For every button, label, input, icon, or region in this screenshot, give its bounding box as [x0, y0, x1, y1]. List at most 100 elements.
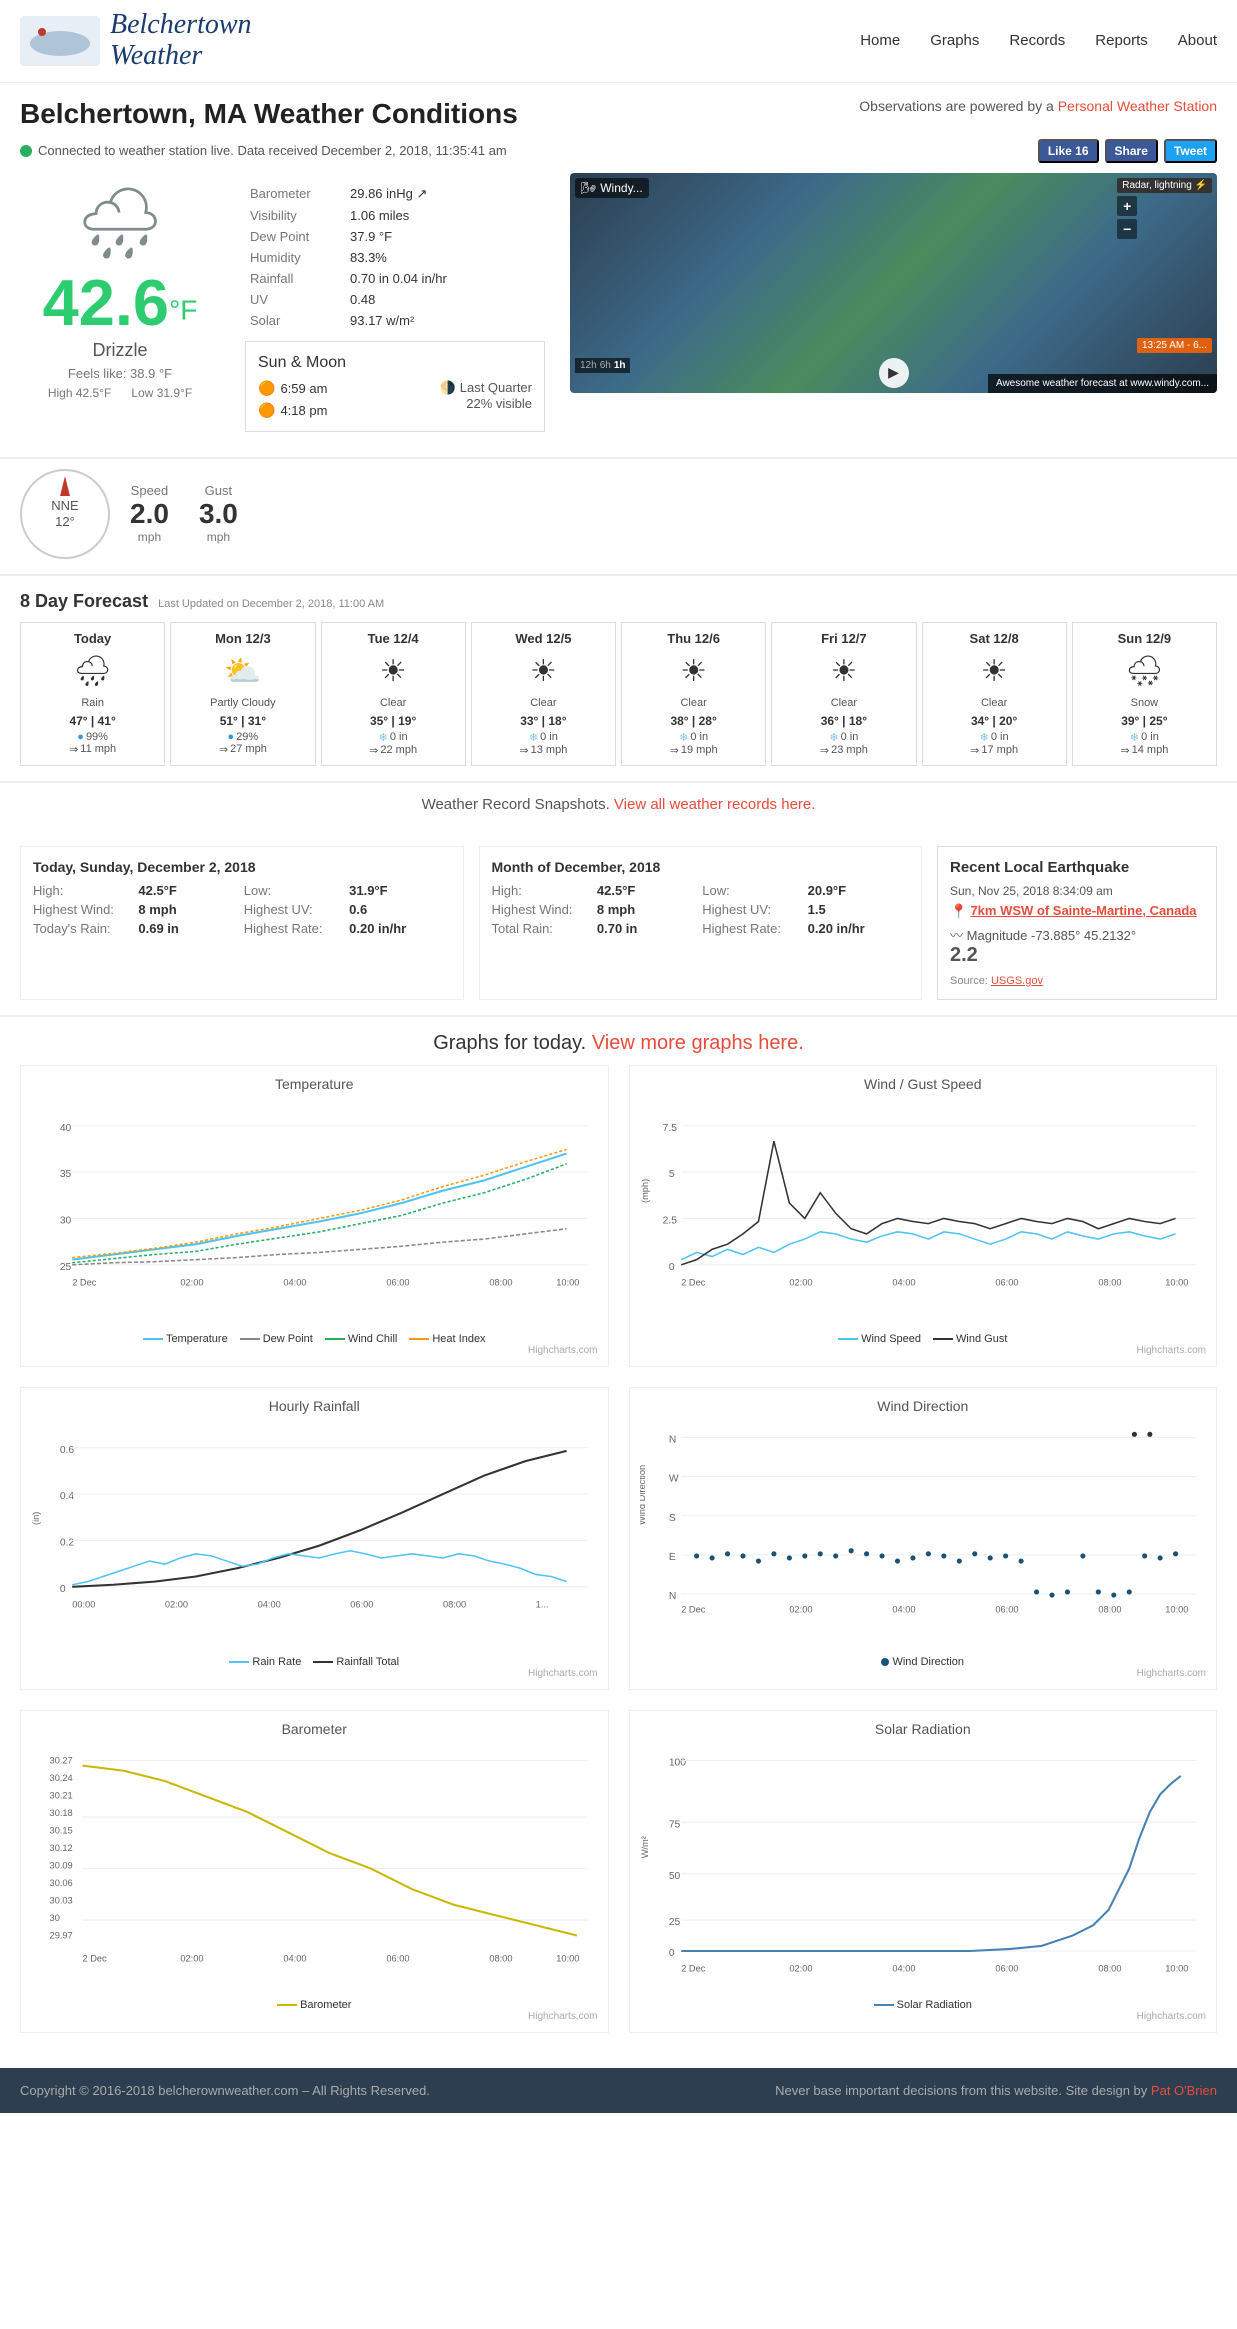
svg-text:75: 75 [668, 1819, 680, 1830]
svg-text:30.03: 30.03 [50, 1895, 73, 1905]
rainfall-value: 0.70 in 0.04 in/hr [345, 268, 545, 289]
moon-phase: 🌗 Last Quarter [440, 380, 532, 396]
svg-text:10:00: 10:00 [1165, 1605, 1188, 1615]
status-bar: Connected to weather station live. Data … [0, 135, 1237, 173]
temperature-chart-area: 40 35 30 25 2 Dec 02:00 04:00 06:00 08:0… [31, 1100, 598, 1330]
svg-text:06:00: 06:00 [995, 1277, 1018, 1287]
nav-reports[interactable]: Reports [1095, 32, 1148, 49]
logo-text: BelchertownWeather [110, 10, 252, 72]
svg-text:10:00: 10:00 [1165, 1963, 1188, 1973]
svg-text:2.5: 2.5 [662, 1215, 677, 1226]
highcharts-credit-solar: Highcharts.com [640, 2011, 1207, 2022]
weather-details: Barometer 29.86 inHg ↗ Visibility 1.06 m… [235, 173, 555, 442]
nav-about[interactable]: About [1178, 32, 1217, 49]
weather-description: Drizzle [92, 340, 147, 361]
svg-text:30.18: 30.18 [50, 1808, 73, 1818]
earthquake-details: 〰 Magnitude -73.885° 45.2132° 2.2 [950, 925, 1204, 967]
svg-text:30.27: 30.27 [50, 1755, 73, 1765]
barometer-legend: Barometer [31, 1999, 598, 2011]
svg-text:(mph): (mph) [640, 1178, 650, 1202]
footer-designer-link[interactable]: Pat O'Brien [1151, 2083, 1217, 2098]
today-records-grid: High: 42.5°F Low: 31.9°F Highest Wind: 8… [33, 883, 451, 936]
svg-text:02:00: 02:00 [180, 1953, 203, 1963]
view-graphs-link[interactable]: View more graphs here. [592, 1032, 804, 1054]
weather-left: 🌧 42.6°F Drizzle Feels like: 38.9 °F Hig… [20, 173, 220, 442]
radar-toggle[interactable]: Radar, lightning ⚡ [1117, 178, 1212, 193]
earthquake-location[interactable]: 7km WSW of Sainte-Martine, Canada [970, 903, 1196, 918]
svg-text:06:00: 06:00 [386, 1277, 409, 1287]
sunrise: 🟠 6:59 am [258, 380, 327, 397]
sunset: 🟠 4:18 pm [258, 402, 327, 419]
uv-value: 0.48 [345, 289, 545, 310]
map-zoom-out[interactable]: − [1117, 219, 1137, 239]
sun-moon-title: Sun & Moon [258, 354, 532, 372]
rainfall-legend-total: Rainfall Total [313, 1656, 399, 1668]
wind-compass: NNE 12° [20, 469, 110, 559]
solar-svg: 100 75 50 25 0 2 Dec 02:00 04:00 06:00 0… [640, 1745, 1207, 1992]
facebook-share-button[interactable]: Share [1105, 139, 1158, 163]
nav-graphs[interactable]: Graphs [930, 32, 979, 49]
view-records-link[interactable]: View all weather records here. [614, 796, 816, 813]
temp-legend-temperature: Temperature [143, 1333, 228, 1345]
solar-chart-title: Solar Radiation [640, 1721, 1207, 1737]
svg-text:35: 35 [60, 1169, 72, 1180]
wind-svg: 7.5 5 2.5 0 2 Dec 02:00 04:00 06:00 08:0… [640, 1100, 1207, 1327]
twitter-tweet-button[interactable]: Tweet [1164, 139, 1217, 163]
svg-text:10:00: 10:00 [1165, 1277, 1188, 1287]
forecast-header-row: 8 Day Forecast Last Updated on December … [20, 591, 1217, 622]
earthquake-location-row: 📍 7km WSW of Sainte-Martine, Canada [950, 903, 1204, 920]
rainfall-chart-title: Hourly Rainfall [31, 1398, 598, 1414]
svg-text:2 Dec: 2 Dec [681, 1605, 706, 1615]
svg-text:1...: 1... [536, 1600, 549, 1610]
svg-text:08:00: 08:00 [1098, 1277, 1121, 1287]
map-time: 13:25 AM - 6... [1137, 338, 1212, 353]
solar-legend-item: Solar Radiation [874, 1999, 972, 2011]
map-badge: Awesome weather forecast at www.windy.co… [988, 374, 1217, 393]
map-zoom-in[interactable]: + [1117, 196, 1137, 216]
map-play-button[interactable]: ▶ [879, 358, 909, 388]
forecast-day-6: Sat 12/8 ☀ Clear 34° | 20° ❄ 0 in ⇒ 17 m… [922, 622, 1067, 766]
solar-chart: Solar Radiation 100 75 50 25 0 2 Dec 02:… [629, 1710, 1218, 2033]
month-records-date: Month of December, 2018 [492, 859, 910, 875]
svg-text:5: 5 [668, 1169, 674, 1180]
svg-text:30.21: 30.21 [50, 1790, 73, 1800]
map-image[interactable]: 🌬 Windy... Radar, lightning ⚡ + − 13:25 … [570, 173, 1217, 393]
forecast-day-1: Mon 12/3 ⛅ Partly Cloudy 51° | 31° ● 29%… [170, 622, 315, 766]
wind-direction-title: Wind Direction [640, 1398, 1207, 1414]
wind-stats: Speed 2.0 mph Gust 3.0 mph [130, 483, 238, 544]
temperature-svg: 40 35 30 25 2 Dec 02:00 04:00 06:00 08:0… [31, 1100, 598, 1327]
rainfall-label: Rainfall [245, 268, 345, 289]
barometer-svg: 30.27 30.24 30.21 30.18 30.15 30.12 30.0… [31, 1745, 598, 1992]
wind-chart-title: Wind / Gust Speed [640, 1076, 1207, 1092]
highcharts-credit-winddir: Highcharts.com [640, 1668, 1207, 1679]
pws-link[interactable]: Personal Weather Station [1058, 98, 1217, 114]
svg-text:7.5: 7.5 [662, 1122, 677, 1133]
rainfall-chart-area: 0.6 0.4 0.2 0 00:00 02:00 04:00 06:00 08… [31, 1422, 598, 1652]
low-temp: Low 31.9°F [131, 386, 192, 400]
temp-legend-dewpoint: Dew Point [240, 1333, 313, 1345]
svg-text:04:00: 04:00 [283, 1953, 306, 1963]
nav-records[interactable]: Records [1009, 32, 1065, 49]
records-header: Weather Record Snapshots. View all weath… [0, 783, 1237, 831]
svg-text:02:00: 02:00 [165, 1600, 188, 1610]
svg-text:0: 0 [668, 1948, 674, 1959]
forecast-section: 8 Day Forecast Last Updated on December … [0, 576, 1237, 783]
svg-text:W: W [668, 1474, 678, 1485]
svg-text:30: 30 [50, 1913, 60, 1923]
wind-gust-stat: Gust 3.0 mph [199, 483, 238, 544]
temperature-legend: Temperature Dew Point Wind Chill Heat In… [31, 1333, 598, 1345]
svg-text:00:00: 00:00 [72, 1600, 95, 1610]
barometer-chart-area: 30.27 30.24 30.21 30.18 30.15 30.12 30.0… [31, 1745, 598, 1995]
svg-text:30.06: 30.06 [50, 1878, 73, 1888]
usgs-link[interactable]: USGS.gov [991, 975, 1043, 987]
svg-text:2 Dec: 2 Dec [83, 1953, 108, 1963]
visibility-value: 1.06 miles [345, 205, 545, 226]
svg-text:04:00: 04:00 [258, 1600, 281, 1610]
temperature-chart-title: Temperature [31, 1076, 598, 1092]
nav-home[interactable]: Home [860, 32, 900, 49]
sunset-icon: 🟠 [258, 402, 275, 419]
facebook-like-button[interactable]: Like 16 [1038, 139, 1099, 163]
svg-text:10:00: 10:00 [556, 1277, 579, 1287]
highcharts-credit-baro: Highcharts.com [31, 2011, 598, 2022]
barometer-legend-item: Barometer [277, 1999, 351, 2011]
